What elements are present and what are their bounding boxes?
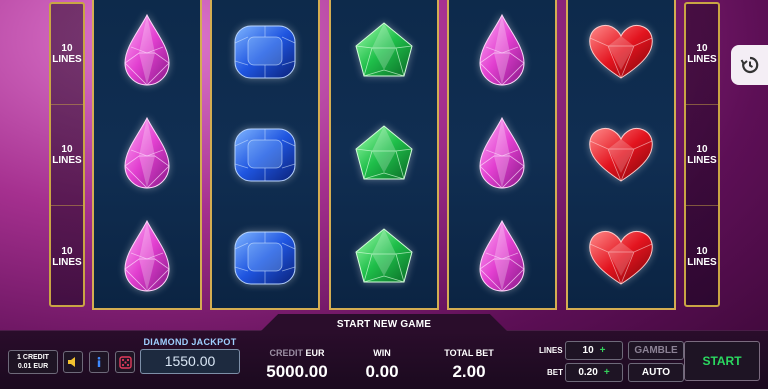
info-button[interactable] — [89, 351, 109, 373]
history-icon — [740, 56, 758, 74]
pink-gem-symbol — [94, 103, 200, 206]
total-bet-value: 2.00 — [452, 362, 486, 381]
reel-2 — [210, 0, 320, 310]
pink-gem-icon — [124, 13, 170, 86]
green-gem-symbol — [331, 0, 437, 103]
bet-value: 0.20 — [578, 367, 598, 378]
pink-gem-icon — [479, 13, 525, 86]
green-gem-symbol — [331, 103, 437, 206]
dice-button[interactable] — [115, 351, 135, 373]
blue-gem-icon — [234, 25, 296, 78]
start-button[interactable]: START — [684, 341, 760, 381]
red-heart-icon — [589, 230, 653, 285]
pink-gem-symbol — [94, 206, 200, 309]
red-heart-symbol — [568, 0, 674, 103]
denomination-credit: 1 CREDIT — [17, 354, 49, 361]
jackpot-value: 1550.00 — [140, 349, 240, 374]
denomination-value: 0.01 EUR — [17, 363, 49, 370]
gamble-button[interactable]: GAMBLE — [628, 341, 684, 360]
info-icon — [97, 356, 101, 367]
left-lines-indicator: 10 LINES 10 LINES 10 LINES — [49, 2, 85, 307]
sound-button[interactable] — [63, 351, 83, 373]
lines-label: LINES — [539, 346, 563, 355]
blue-gem-symbol — [212, 0, 318, 103]
reel-1 — [92, 0, 202, 310]
bet-stepper[interactable]: 0.20 + — [565, 363, 623, 382]
bet-plus-button[interactable]: + — [604, 367, 610, 378]
blue-gem-icon — [234, 128, 296, 181]
history-button[interactable] — [731, 45, 768, 85]
pink-gem-icon — [479, 116, 525, 189]
green-gem-icon — [355, 21, 413, 76]
pink-gem-icon — [124, 219, 170, 292]
dice-icon — [118, 355, 132, 369]
red-heart-symbol — [568, 206, 674, 309]
credit-value: 5000.00 — [266, 362, 328, 381]
red-heart-icon — [589, 24, 653, 79]
total-bet-label: TOTAL BET — [444, 348, 494, 358]
pink-gem-symbol — [94, 0, 200, 103]
sound-icon — [68, 357, 75, 367]
blue-gem-icon — [234, 231, 296, 284]
right-lines-indicator: 10 LINES 10 LINES 10 LINES — [684, 2, 720, 307]
denomination-button[interactable]: 1 CREDIT 0.01 EUR — [8, 350, 58, 374]
lines-stepper[interactable]: 10 + — [565, 341, 623, 360]
reel-3 — [329, 0, 439, 310]
win-label: WIN — [373, 348, 391, 358]
pink-gem-symbol — [449, 0, 555, 103]
lines-indicator-cell: 10 LINES — [686, 4, 718, 105]
lines-indicator-cell: 10 LINES — [51, 4, 83, 105]
win-value: 0.00 — [365, 362, 399, 381]
jackpot-label: DIAMOND JACKPOT — [143, 337, 237, 347]
blue-gem-symbol — [212, 103, 318, 206]
blue-gem-symbol — [212, 206, 318, 309]
lines-indicator-cell: 10 LINES — [687, 245, 717, 268]
slot-game: 10 LINES 10 LINES 10 LINES 10 LINES 10 LINES … — [0, 0, 768, 389]
red-heart-icon — [589, 127, 653, 182]
lines-indicator-cell: 10 LINES — [51, 105, 83, 206]
status-message: START NEW GAME — [336, 319, 432, 330]
pink-gem-symbol — [449, 206, 555, 309]
pink-gem-icon — [124, 116, 170, 189]
reel-4 — [447, 0, 557, 310]
lines-indicator-cell: 10 LINES — [52, 245, 82, 268]
lines-plus-button[interactable]: + — [600, 345, 606, 356]
red-heart-symbol — [568, 103, 674, 206]
lines-indicator-cell: 10 LINES — [686, 105, 718, 206]
pink-gem-symbol — [449, 103, 555, 206]
lines-value: 10 — [582, 345, 594, 356]
bet-label: BET — [547, 368, 563, 377]
green-gem-icon — [355, 227, 413, 282]
green-gem-symbol — [331, 206, 437, 309]
pink-gem-icon — [479, 219, 525, 292]
credit-label: CREDIT EUR — [269, 348, 325, 358]
reel-5 — [566, 0, 676, 310]
green-gem-icon — [355, 124, 413, 179]
auto-button[interactable]: AUTO — [628, 363, 684, 382]
